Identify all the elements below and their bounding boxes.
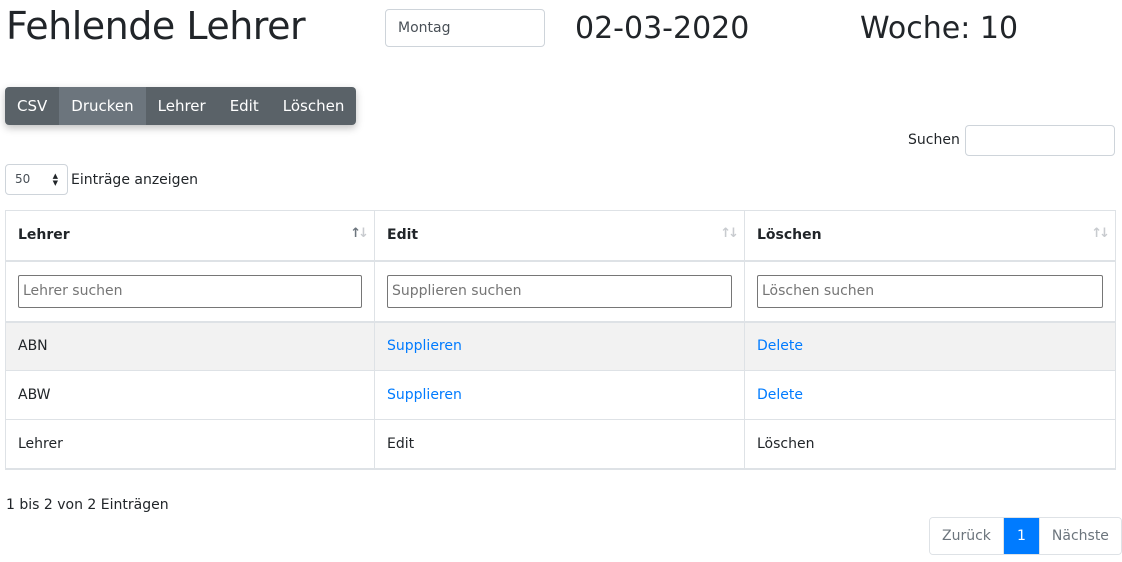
column-header-label: Lehrer	[18, 227, 70, 244]
export-button-group: CSV Drucken Lehrer Edit Löschen	[5, 87, 357, 125]
filter-cell: Löschen suchen	[744, 260, 1116, 323]
date-display: 02-03-2020	[575, 11, 750, 46]
page-1-button[interactable]: 1	[1003, 518, 1039, 554]
sort-arrows-icon: ▲ ▼	[52, 172, 58, 187]
sort-icon: ↑↓	[720, 226, 739, 241]
column-loeschen-toggle-button[interactable]: Löschen	[270, 87, 357, 125]
previous-page-button[interactable]: Zurück	[930, 518, 1004, 554]
teacher-cell: ABN	[5, 321, 375, 371]
pagination: Zurück 1 Nächste	[929, 517, 1122, 555]
print-button[interactable]: Drucken	[59, 87, 146, 125]
entries-length-value: 50	[15, 172, 31, 186]
footer-cell-edit: Edit	[374, 419, 745, 470]
entries-length-label: Einträge anzeigen	[71, 172, 199, 188]
filter-cell: Lehrer suchen	[5, 260, 375, 323]
supplieren-link[interactable]: Supplieren	[387, 338, 462, 354]
page-title: Fehlende Lehrer	[6, 4, 306, 48]
day-select[interactable]: Montag	[385, 9, 545, 47]
csv-button[interactable]: CSV	[5, 87, 60, 125]
column-header-lehrer[interactable]: Lehrer ↑↓	[5, 210, 375, 262]
table-row: ABW Supplieren Delete	[5, 370, 1116, 420]
delete-link[interactable]: Delete	[757, 338, 803, 354]
supplieren-link[interactable]: Supplieren	[387, 387, 462, 403]
table-footer-row: Lehrer Edit Löschen	[5, 419, 1116, 470]
entries-length-select[interactable]: 50 ▲ ▼	[5, 164, 68, 195]
column-header-edit[interactable]: Edit ↑↓	[374, 210, 745, 262]
delete-cell: Delete	[744, 370, 1116, 420]
column-lehrer-toggle-button[interactable]: Lehrer	[145, 87, 218, 125]
teachers-table: Lehrer ↑↓ Edit ↑↓ Löschen ↑↓ Lehrer such…	[5, 210, 1116, 470]
search-input[interactable]	[965, 125, 1115, 156]
footer-cell-lehrer: Lehrer	[5, 419, 375, 470]
lehrer-filter-input[interactable]: Lehrer suchen	[18, 274, 362, 308]
search-label: Suchen	[908, 132, 960, 148]
delete-cell: Delete	[744, 321, 1116, 371]
column-header-label: Edit	[387, 227, 419, 244]
sort-icon: ↑↓	[350, 226, 369, 241]
edit-filter-input[interactable]: Supplieren suchen	[387, 274, 732, 308]
week-display: Woche: 10	[860, 11, 1019, 46]
column-edit-toggle-button[interactable]: Edit	[217, 87, 271, 125]
loeschen-filter-input[interactable]: Löschen suchen	[757, 274, 1103, 308]
edit-cell: Supplieren	[374, 370, 745, 420]
next-page-button[interactable]: Nächste	[1038, 518, 1121, 554]
table-row: ABN Supplieren Delete	[5, 321, 1116, 371]
footer-cell-loeschen: Löschen	[744, 419, 1116, 470]
column-header-label: Löschen	[757, 227, 822, 244]
teacher-cell: ABW	[5, 370, 375, 420]
sort-icon: ↑↓	[1091, 226, 1110, 241]
edit-cell: Supplieren	[374, 321, 745, 371]
column-header-loeschen[interactable]: Löschen ↑↓	[744, 210, 1116, 262]
table-info: 1 bis 2 von 2 Einträgen	[6, 497, 169, 513]
filter-cell: Supplieren suchen	[374, 260, 745, 323]
delete-link[interactable]: Delete	[757, 387, 803, 403]
